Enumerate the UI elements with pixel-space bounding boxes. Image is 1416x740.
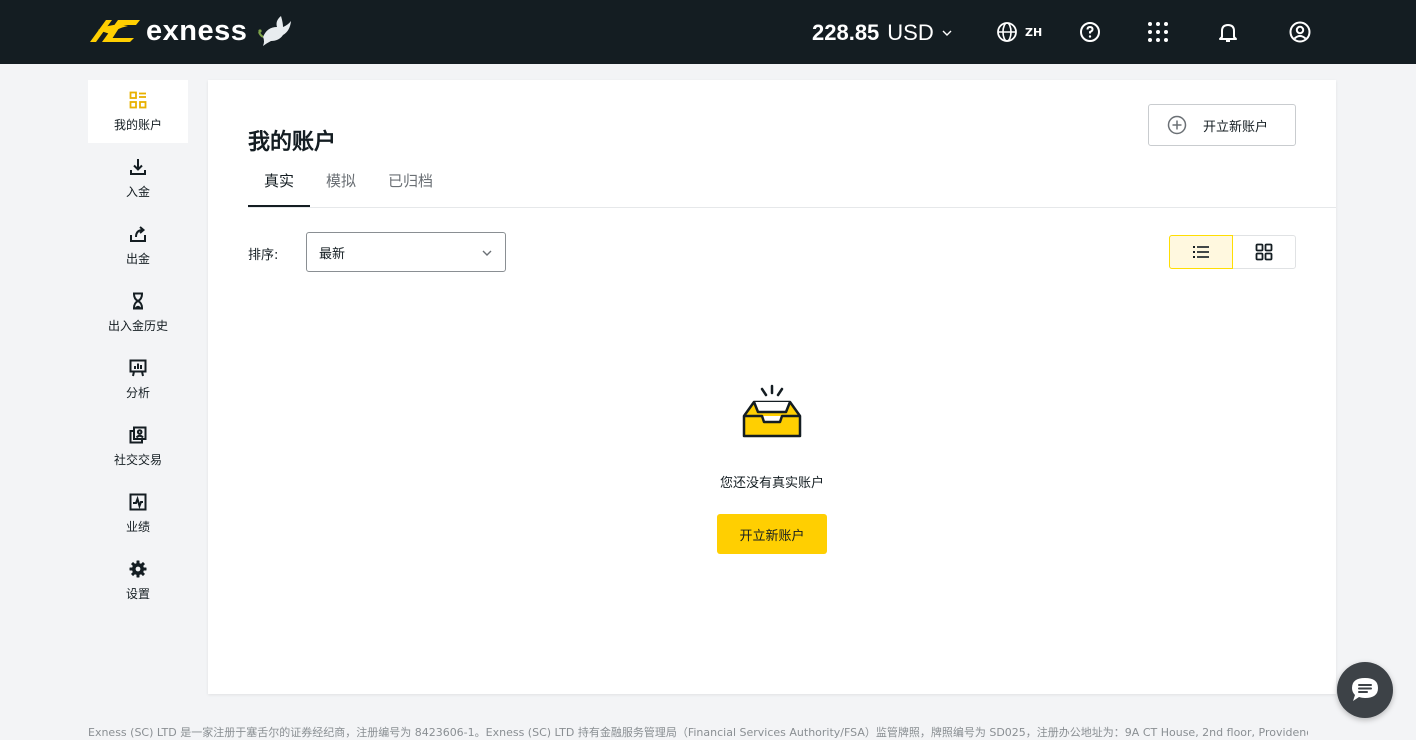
sidebar-item-label: 设置 (125, 586, 150, 601)
language-code: ZH (1025, 25, 1043, 39)
sidebar-item-performance[interactable]: 业绩 (88, 482, 188, 545)
sidebar-item-analytics[interactable]: 分析 (88, 348, 188, 411)
accounts-card: 我的账户 开立新账户 真实 模拟 已归档 排序: 最新 您还没有真实账户 开立新… (208, 80, 1336, 694)
sidebar-nav: 我的账户 入金 出金 出入金历史 分析 社交交易 业绩 设置 (88, 80, 188, 616)
gear-icon (129, 560, 147, 577)
sort-select[interactable]: 最新 (306, 232, 506, 272)
view-mode-toggle (1169, 235, 1296, 269)
social-trading-icon (129, 426, 147, 443)
deposit-icon (130, 158, 146, 175)
sidebar-item-label: 出金 (125, 251, 150, 266)
grid-view-button[interactable] (1233, 236, 1296, 268)
accounts-icon (129, 91, 147, 108)
sidebar-item-label: 入金 (125, 184, 150, 199)
sidebar-item-settings[interactable]: 设置 (88, 549, 188, 612)
sidebar-item-label: 我的账户 (113, 117, 162, 132)
top-bar: exness 228.85 USD ZH (0, 0, 1416, 64)
sidebar-item-label: 业绩 (125, 519, 150, 534)
sidebar-item-my-accounts[interactable]: 我的账户 (88, 80, 188, 143)
open-new-account-button[interactable]: 开立新账户 (1148, 104, 1296, 146)
performance-icon (129, 493, 147, 510)
language-switcher[interactable]: ZH (996, 20, 1042, 44)
live-chat-button[interactable] (1337, 662, 1393, 718)
brand-logo[interactable]: exness (88, 10, 293, 52)
sort-selected-value: 最新 (319, 246, 346, 262)
sidebar-item-label: 社交交易 (113, 452, 162, 467)
dove-icon (258, 16, 292, 46)
tabs-divider (248, 207, 1336, 208)
account-balance-dropdown[interactable]: 228.85 USD (812, 18, 952, 48)
sidebar-item-label: 出入金历史 (107, 318, 168, 333)
help-icon[interactable] (1078, 20, 1102, 44)
sidebar-item-history[interactable]: 出入金历史 (88, 281, 188, 344)
list-view-button[interactable] (1169, 235, 1233, 269)
sidebar-item-deposit[interactable]: 入金 (88, 147, 188, 210)
account-type-tabs: 真实 模拟 已归档 (248, 168, 449, 208)
chevron-down-icon (482, 250, 492, 256)
withdraw-icon (130, 225, 146, 242)
list-icon (1192, 246, 1209, 258)
hourglass-icon (133, 292, 143, 309)
tab-demo[interactable]: 模拟 (310, 168, 372, 208)
bell-icon[interactable] (1216, 20, 1240, 44)
analytics-icon (129, 359, 147, 376)
page-title: 我的账户 (248, 130, 337, 155)
balance-currency: USD (887, 20, 934, 45)
sidebar-item-withdraw[interactable]: 出金 (88, 214, 188, 277)
globe-icon (997, 22, 1017, 42)
balance-amount: 228.85 (812, 20, 880, 45)
open-new-account-label: 开立新账户 (1203, 119, 1269, 135)
chat-bubble-icon (1352, 678, 1378, 701)
brand-name: exness (146, 14, 248, 47)
sidebar-item-label: 分析 (125, 385, 150, 400)
plus-circle-icon (1167, 115, 1187, 135)
open-new-account-primary-button[interactable]: 开立新账户 (717, 514, 827, 554)
user-icon[interactable] (1288, 20, 1312, 44)
sidebar-item-social-trading[interactable]: 社交交易 (88, 415, 188, 478)
apps-grid-icon[interactable] (1146, 20, 1170, 44)
empty-state-message: 您还没有真实账户 (719, 476, 824, 491)
footer-legal-text: Exness (SC) LTD 是一家注册于塞舌尔的证券经纪商，注册编号为 84… (88, 726, 1308, 739)
grid-icon (1255, 243, 1273, 261)
sort-label: 排序: (248, 248, 279, 263)
empty-inbox-icon (742, 384, 802, 438)
tab-real[interactable]: 真实 (248, 168, 311, 208)
chevron-down-icon (942, 30, 952, 36)
exness-logo-mark-icon (90, 20, 140, 42)
tab-archived[interactable]: 已归档 (372, 168, 449, 208)
